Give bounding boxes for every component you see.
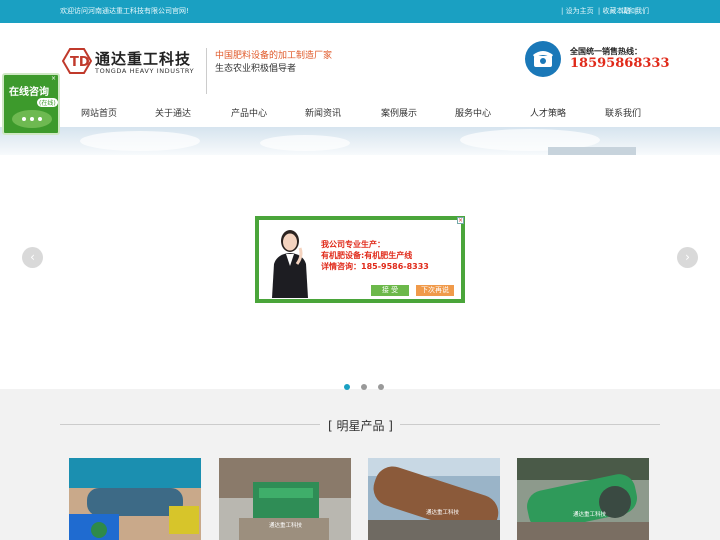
top-bar: 欢迎访问河南通达重工科技有限公司官网! | 设为主页 | 收藏本站 | 请和我们 <box>0 0 720 23</box>
nav-item-contact[interactable]: 联系我们 <box>605 106 641 119</box>
carousel-dot-2[interactable] <box>361 384 368 390</box>
product-watermark: 通达重工科技 <box>573 510 607 518</box>
set-homepage-link[interactable]: | 设为主页 <box>561 7 594 15</box>
logo-chinese-name[interactable]: 通达重工科技 <box>95 48 191 69</box>
nav-item-home[interactable]: 网站首页 <box>81 106 117 119</box>
main-navigation: 网站首页 关于通达 产品中心 新闻资讯 案例展示 服务中心 人才策略 联系我们 <box>0 97 720 127</box>
logo-icon[interactable]: TD <box>62 48 92 74</box>
logo-divider <box>206 48 207 94</box>
section-divider-left <box>60 424 320 425</box>
carousel-dots <box>344 375 390 394</box>
nav-item-news[interactable]: 新闻资讯 <box>305 106 341 119</box>
slogan-secondary: 生态农业积极倡导者 <box>215 64 297 74</box>
section-title: [ 明星产品 ] <box>328 419 393 433</box>
nav-item-service[interactable]: 服务中心 <box>455 106 491 119</box>
customer-service-avatar <box>272 230 308 298</box>
product-card-1[interactable] <box>69 458 201 540</box>
popup-line-2: 有机肥设备:有机肥生产线 <box>321 251 413 260</box>
carousel-dot-3[interactable] <box>378 384 385 390</box>
product-card-4[interactable]: 通达重工科技 <box>517 458 649 540</box>
product-card-3[interactable]: 通达重工科技 <box>368 458 500 540</box>
nav-item-careers[interactable]: 人才策略 <box>530 106 566 119</box>
online-consult-button[interactable]: × 在线咨询 (在线) <box>2 73 60 135</box>
section-divider-right <box>400 424 660 425</box>
popup-line-1: 我公司专业生产： <box>321 240 385 249</box>
consult-close-icon[interactable]: × <box>51 76 57 82</box>
contact-us-link[interactable]: 请和我们 <box>621 6 649 16</box>
product-card-2[interactable]: 通达重工科技 <box>219 458 351 540</box>
consult-status: (在线) <box>37 98 58 107</box>
slogan-primary: 中国肥料设备的加工制造厂家 <box>215 51 333 61</box>
popup-accept-button[interactable]: 接 受 <box>371 285 409 296</box>
consult-title: 在线咨询 <box>9 87 49 98</box>
popup-close-icon[interactable]: × <box>457 217 464 224</box>
popup-line-3: 详情咨询：185-9586-8333 <box>321 262 429 271</box>
carousel-dot-1[interactable] <box>344 384 350 390</box>
telephone-icon <box>525 41 561 77</box>
nav-item-cases[interactable]: 案例展示 <box>381 106 417 119</box>
hotline-number: 18595868333 <box>570 56 670 71</box>
site-header: TD 通达重工科技 TONGDA HEAVY INDUSTRY 中国肥料设备的加… <box>0 23 720 97</box>
svg-text:TD: TD <box>70 55 90 70</box>
popup-later-button[interactable]: 下次再说 <box>416 285 454 296</box>
nav-item-about[interactable]: 关于通达 <box>155 106 191 119</box>
promo-popup: × 我公司专业生产： 有机肥设备:有机肥生产线 详情咨询：185-9586-83… <box>255 216 465 303</box>
nav-item-products[interactable]: 产品中心 <box>231 106 267 119</box>
chat-bubble-icon <box>12 110 52 128</box>
carousel-next-button[interactable]: › <box>677 247 698 268</box>
welcome-text: 欢迎访问河南通达重工科技有限公司官网! <box>60 7 189 15</box>
carousel-prev-button[interactable]: ‹ <box>22 247 43 268</box>
logo-english-name: TONGDA HEAVY INDUSTRY <box>95 67 195 75</box>
banner-sky-strip <box>0 127 720 155</box>
product-watermark: 通达重工科技 <box>269 521 303 529</box>
product-watermark: 通达重工科技 <box>426 508 460 516</box>
